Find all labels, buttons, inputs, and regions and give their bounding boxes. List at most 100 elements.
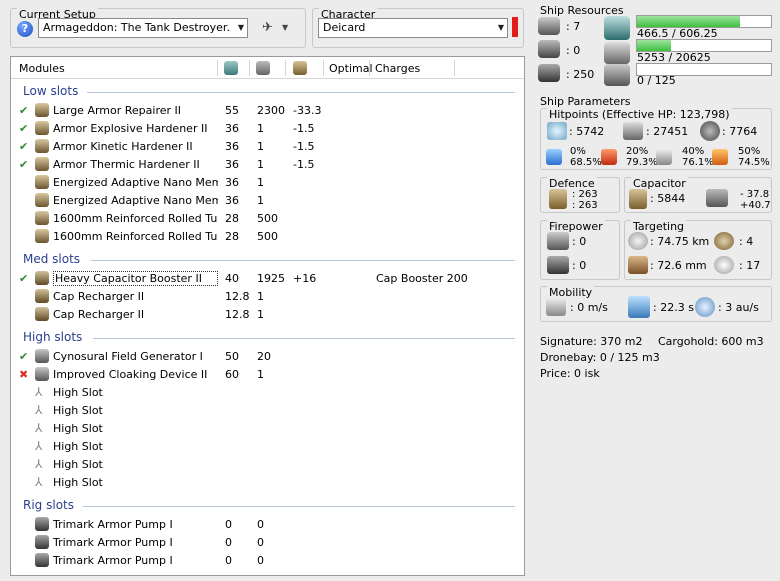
module-status-icon[interactable]: ✖ [19, 368, 29, 381]
module-row-high[interactable]: ✖ Improved Cloaking Device II 60 1 [11, 366, 524, 384]
module-status-icon[interactable]: ✔ [19, 158, 29, 171]
module-status-icon[interactable]: ✔ [19, 350, 29, 363]
module-powergrid: 1 [257, 308, 264, 321]
module-row-low[interactable]: 1600mm Reinforced Rolled Tun... 28 500 [11, 228, 524, 246]
module-powergrid: 20 [257, 350, 271, 363]
module-cpu: 60 [225, 368, 239, 381]
header-modules[interactable]: Modules [19, 62, 65, 75]
module-icon [35, 103, 49, 117]
header-divider [285, 60, 286, 76]
velocity-icon [546, 298, 566, 316]
module-icon [35, 535, 49, 549]
empty-slot-icon: ⅄ [35, 475, 43, 489]
module-row-rig[interactable]: Trimark Armor Pump I 0 0 [11, 534, 524, 552]
header-charges[interactable]: Charges [375, 62, 420, 75]
powergrid-icon [604, 42, 630, 64]
module-icon [35, 121, 49, 135]
ship-tool-dropdown[interactable]: ✈ ▼ [260, 18, 290, 38]
turret-dps-icon [547, 232, 569, 250]
module-row-high[interactable]: ⅄ High Slot [11, 474, 524, 492]
velocity: : 0 m/s [570, 301, 608, 314]
module-cpu: 28 [225, 230, 239, 243]
character-dropdown-value: Deicard [323, 21, 366, 34]
module-powergrid: 1 [257, 290, 264, 303]
module-name: Cap Recharger II [53, 308, 145, 321]
module-name: Armor Thermic Hardener II [53, 158, 200, 171]
module-powergrid: 2300 [257, 104, 285, 117]
kinetic-resist-value: 40% 76.1% [682, 146, 714, 168]
module-row-low[interactable]: ✔ Large Armor Repairer II 55 2300 -33.3 [11, 102, 524, 120]
module-row-low[interactable]: ✔ Armor Explosive Hardener II 36 1 -1.5 [11, 120, 524, 138]
header-optimal[interactable]: Optimal [329, 62, 373, 75]
section-rig-slots: Rig slots [23, 498, 74, 512]
structure-hp: : 7764 [722, 125, 758, 138]
shield-hp: : 5742 [569, 125, 605, 138]
module-capacitor: -1.5 [293, 122, 315, 135]
setup-dropdown-value: Armageddon: The Tank Destroyer. [43, 21, 230, 34]
module-status-icon[interactable]: ✔ [19, 140, 29, 153]
help-icon[interactable]: ? [17, 21, 33, 37]
module-icon [35, 229, 49, 243]
thermal-resist-icon [601, 149, 617, 165]
module-cpu: 36 [225, 176, 239, 189]
module-row-low[interactable]: Energized Adaptive Nano Memb... 36 1 [11, 174, 524, 192]
module-icon [35, 193, 49, 207]
module-row-low[interactable]: ✔ Armor Kinetic Hardener II 36 1 -1.5 [11, 138, 524, 156]
module-powergrid: 0 [257, 518, 264, 531]
module-icon [35, 289, 49, 303]
dronebay: Dronebay: 0 / 125 m3 [540, 351, 660, 364]
module-capacitor: +16 [293, 272, 317, 285]
module-name: 1600mm Reinforced Rolled Tun... [53, 230, 218, 243]
module-row-high[interactable]: ⅄ High Slot [11, 456, 524, 474]
module-name: High Slot [53, 404, 103, 417]
module-capacitor: -1.5 [293, 158, 315, 171]
module-row-high[interactable]: ⅄ High Slot [11, 420, 524, 438]
modules-list[interactable]: Modules Optimal Charges Low slots Med sl… [10, 56, 525, 576]
defence-values: : 263: 263 [572, 189, 598, 211]
cargohold: Cargohold: 600 m3 [658, 335, 764, 348]
sensor-strength-icon [714, 256, 734, 274]
module-capacitor: -1.5 [293, 140, 315, 153]
module-row-rig[interactable]: Trimark Armor Pump I 0 0 [11, 516, 524, 534]
capacitor-use-icon[interactable] [293, 61, 307, 75]
target-range: : 74.75 km [650, 235, 710, 248]
module-row-low[interactable]: 1600mm Reinforced Rolled Tun... 28 500 [11, 210, 524, 228]
module-row-high[interactable]: ⅄ High Slot [11, 402, 524, 420]
module-row-high[interactable]: ⅄ High Slot [11, 438, 524, 456]
ship-wrench-icon: ✈ [262, 20, 273, 35]
powergrid-icon[interactable] [256, 61, 270, 75]
module-row-rig[interactable]: Trimark Armor Pump I 0 0 [11, 552, 524, 570]
empty-slot-icon: ⅄ [35, 457, 43, 471]
launcher-hardpoint-icon [538, 40, 560, 58]
empty-slot-icon: ⅄ [35, 403, 43, 417]
shield-icon [547, 122, 567, 140]
setup-dropdown[interactable]: Armageddon: The Tank Destroyer. ▼ [38, 18, 248, 38]
header-divider [217, 60, 218, 76]
drone-bandwidth-icon [604, 64, 630, 86]
module-row-med[interactable]: ✔ Heavy Capacitor Booster II 40 1925 +16 Cap … [11, 270, 524, 288]
calibration-value: : 250 [566, 68, 595, 81]
module-row-low[interactable]: ✔ Armor Thermic Hardener II 36 1 -1.5 [11, 156, 524, 174]
module-row-high[interactable]: ✔ Cynosural Field Generator I 50 20 [11, 348, 524, 366]
module-status-icon[interactable]: ✔ [19, 272, 29, 285]
cpu-icon[interactable] [224, 61, 238, 75]
module-row-med[interactable]: Cap Recharger II 12.8 1 [11, 306, 524, 324]
module-row-high[interactable]: ⅄ High Slot [11, 384, 524, 402]
module-cpu: 0 [225, 536, 232, 549]
explosive-resist-value: 50% 74.5% [738, 146, 770, 168]
module-cpu: 0 [225, 554, 232, 567]
max-targets-icon [714, 232, 734, 250]
module-row-low[interactable]: Energized Adaptive Nano Memb... 36 1 [11, 192, 524, 210]
align-time: : 22.3 s [653, 301, 694, 314]
module-name: High Slot [53, 386, 103, 399]
module-name: Trimark Armor Pump I [53, 554, 173, 567]
capacitor-value: : 5844 [650, 192, 686, 205]
repair-icon [549, 189, 567, 209]
module-status-icon[interactable]: ✔ [19, 104, 29, 117]
module-cpu: 12.8 [225, 308, 250, 321]
module-status-icon[interactable]: ✔ [19, 122, 29, 135]
module-name: High Slot [53, 476, 103, 489]
module-charge[interactable]: Cap Booster 200 [376, 272, 468, 285]
module-row-med[interactable]: Cap Recharger II 12.8 1 [11, 288, 524, 306]
character-dropdown[interactable]: Deicard ▼ [318, 18, 508, 38]
